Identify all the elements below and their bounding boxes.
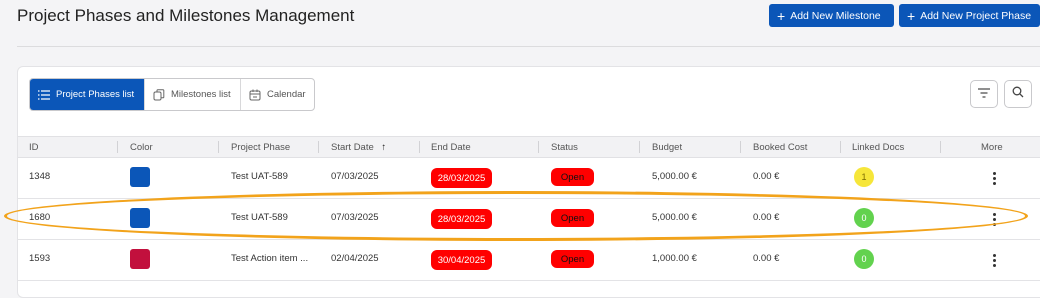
column-divider — [740, 141, 741, 153]
list-icon — [38, 89, 50, 101]
row-booked-cost: 0.00 € — [753, 171, 780, 182]
plus-icon: + — [907, 7, 916, 24]
col-start-date[interactable]: Start Date ↑ — [331, 142, 386, 153]
row-start-date: 07/03/2025 — [331, 212, 379, 223]
row-booked-cost: 0.00 € — [753, 212, 780, 223]
col-budget[interactable]: Budget — [652, 142, 682, 153]
row-booked-cost: 0.00 € — [753, 253, 780, 264]
col-status[interactable]: Status — [551, 142, 578, 153]
tab-calendar[interactable]: Calendar — [241, 79, 314, 110]
row-phase[interactable]: Test UAT-589 — [231, 171, 288, 182]
copy-icon — [153, 88, 165, 101]
status-badge: Open — [551, 209, 594, 227]
end-date-badge: 30/04/2025 — [431, 250, 492, 270]
tab-project-phases-label: Project Phases list — [56, 89, 135, 100]
row-id: 1680 — [29, 212, 51, 223]
add-milestone-button[interactable]: + Add New Milestone — [769, 4, 894, 27]
column-divider — [117, 141, 118, 153]
col-start-date-label: Start Date — [331, 142, 374, 153]
col-linked-docs[interactable]: Linked Docs — [852, 142, 904, 153]
column-divider — [218, 141, 219, 153]
phases-card: Project Phases list Milestones list Cale… — [17, 66, 1040, 298]
filter-icon — [978, 85, 990, 103]
table-header: ID Color Project Phase Start Date ↑ End … — [18, 136, 1040, 158]
col-end-date[interactable]: End Date — [431, 142, 471, 153]
search-button[interactable] — [1004, 80, 1032, 108]
table-row[interactable]: 1593 Test Action item ... 02/04/2025 30/… — [18, 240, 1040, 281]
sort-ascending-icon: ↑ — [381, 142, 387, 153]
more-vertical-icon[interactable] — [988, 252, 1000, 268]
search-icon — [1012, 85, 1024, 103]
plus-icon: + — [777, 7, 786, 24]
end-date-badge: 28/03/2025 — [431, 168, 492, 188]
more-vertical-icon[interactable] — [988, 211, 1000, 227]
row-start-date: 07/03/2025 — [331, 171, 379, 182]
column-divider — [840, 141, 841, 153]
row-start-date: 02/04/2025 — [331, 253, 379, 264]
header-divider — [17, 46, 1040, 47]
table-row[interactable]: 1348 Test UAT-589 07/03/2025 28/03/2025 … — [18, 158, 1040, 199]
row-budget: 1,000.00 € — [652, 253, 697, 264]
linked-docs-badge[interactable]: 1 — [854, 167, 874, 187]
column-divider — [639, 141, 640, 153]
linked-docs-badge[interactable]: 0 — [854, 249, 874, 269]
col-color[interactable]: Color — [130, 142, 153, 153]
row-id: 1348 — [29, 171, 51, 182]
tab-milestones-label: Milestones list — [171, 89, 231, 100]
more-vertical-icon[interactable] — [988, 170, 1000, 186]
row-id: 1593 — [29, 253, 51, 264]
row-budget: 5,000.00 € — [652, 171, 697, 182]
col-project-phase[interactable]: Project Phase — [231, 142, 290, 153]
view-switch: Project Phases list Milestones list Cale… — [29, 78, 315, 111]
calendar-icon — [249, 89, 261, 101]
color-swatch — [130, 208, 150, 228]
status-badge: Open — [551, 250, 594, 268]
tab-milestones-list[interactable]: Milestones list — [145, 79, 241, 110]
column-divider — [940, 141, 941, 153]
end-date-badge: 28/03/2025 — [431, 209, 492, 229]
column-divider — [538, 141, 539, 153]
add-phase-label: Add New Project Phase — [920, 9, 1032, 22]
tab-calendar-label: Calendar — [267, 89, 306, 100]
column-divider — [419, 141, 420, 153]
col-booked-cost[interactable]: Booked Cost — [753, 142, 807, 153]
color-swatch — [130, 249, 150, 269]
add-phase-button[interactable]: + Add New Project Phase — [899, 4, 1040, 27]
col-more: More — [981, 142, 1003, 153]
filter-button[interactable] — [970, 80, 998, 108]
color-swatch — [130, 167, 150, 187]
col-id[interactable]: ID — [29, 142, 39, 153]
row-phase[interactable]: Test Action item ... — [231, 253, 308, 264]
linked-docs-badge[interactable]: 0 — [854, 208, 874, 228]
column-divider — [318, 141, 319, 153]
table-row[interactable]: 1680 Test UAT-589 07/03/2025 28/03/2025 … — [18, 199, 1040, 240]
add-milestone-label: Add New Milestone — [790, 9, 881, 22]
status-badge: Open — [551, 168, 594, 186]
row-budget: 5,000.00 € — [652, 212, 697, 223]
tab-project-phases-list[interactable]: Project Phases list — [30, 79, 145, 110]
row-phase[interactable]: Test UAT-589 — [231, 212, 288, 223]
page-title: Project Phases and Milestones Management — [17, 6, 355, 25]
